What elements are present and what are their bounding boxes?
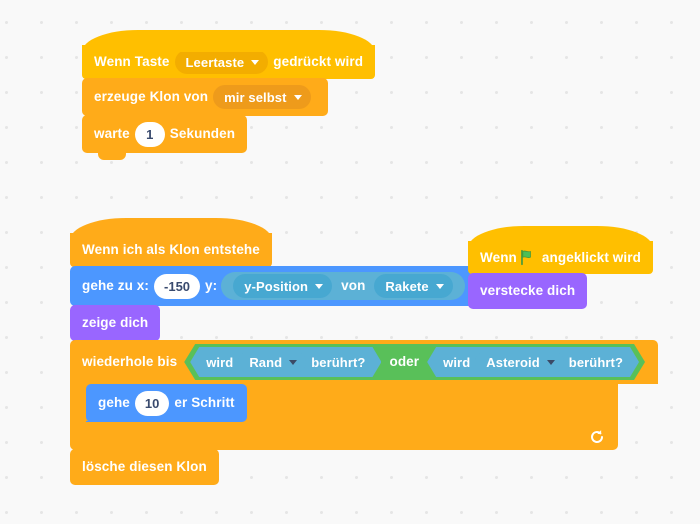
hide-label: verstecke dich: [480, 283, 576, 299]
touching-asteroid-post-label: berührt?: [568, 354, 624, 370]
block-property-of-sprite[interactable]: y-Position von Rakete: [221, 272, 465, 300]
block-go-to-xy[interactable]: gehe zu x: -150 y: y-Position von Rakete: [70, 266, 481, 313]
sprite-dropdown-value: Rakete: [385, 278, 429, 294]
repeat-until-footer[interactable]: [70, 422, 618, 457]
key-dropdown-value: Leertaste: [185, 54, 245, 70]
chevron-down-icon: [435, 283, 444, 289]
sprite-dropdown[interactable]: Rakete: [374, 274, 453, 298]
block-when-flag-clicked[interactable]: Wenn angeklickt wird: [468, 226, 653, 281]
create-clone-label: erzeuge Klon von: [94, 89, 209, 105]
wait-post-label: Sekunden: [169, 126, 236, 142]
delete-clone-label: lösche diesen Klon: [82, 459, 207, 475]
when-key-pressed-post-label: gedrückt wird: [273, 54, 364, 70]
block-move-steps[interactable]: gehe 10 er Schritt: [86, 384, 247, 422]
wait-pre-label: warte: [94, 126, 130, 142]
chevron-down-icon: [251, 59, 260, 65]
loop-arrow-icon: [591, 430, 603, 443]
move-steps-input[interactable]: 10: [134, 390, 170, 416]
repeat-until-body: gehe 10 er Schritt: [70, 384, 618, 429]
repeat-until-header[interactable]: wiederhole bis wird Rand berührt? oder w…: [70, 340, 659, 384]
go-to-y-label: y:: [205, 278, 218, 294]
block-touching-asteroid[interactable]: wird Asteroid berührt?: [427, 347, 639, 377]
touching-asteroid-dropdown-value: Asteroid: [486, 354, 540, 370]
block-touching-edge[interactable]: wird Rand berührt?: [190, 347, 381, 377]
block-delete-this-clone[interactable]: lösche diesen Klon: [70, 449, 219, 485]
touching-edge-dropdown-value: Rand: [249, 354, 283, 370]
block-wait-seconds[interactable]: warte 1 Sekunden: [82, 115, 248, 160]
move-steps-post-label: er Schritt: [174, 395, 235, 411]
when-flag-clicked-pre-label: Wenn: [480, 249, 517, 265]
script-key-pressed[interactable]: Wenn Taste Leertaste gedrückt wird erzeu…: [82, 30, 376, 160]
go-to-x-label: gehe zu x:: [82, 278, 150, 294]
block-create-clone-of[interactable]: erzeuge Klon von mir selbst: [82, 78, 328, 123]
go-to-x-input[interactable]: -150: [154, 273, 201, 299]
move-steps-pre-label: gehe: [98, 395, 130, 411]
chevron-down-icon: [293, 94, 302, 100]
property-dropdown-value: y-Position: [244, 278, 309, 294]
block-hide[interactable]: verstecke dich: [468, 273, 588, 309]
chevron-down-icon: [315, 283, 324, 289]
block-when-i-start-as-clone[interactable]: Wenn ich als Klon entstehe: [70, 218, 272, 274]
property-dropdown[interactable]: y-Position: [233, 274, 333, 298]
block-show[interactable]: zeige dich: [70, 305, 161, 348]
repeat-until-label: wiederhole bis: [82, 354, 178, 370]
when-clone-starts-label: Wenn ich als Klon entstehe: [82, 242, 260, 258]
chevron-down-icon: [289, 360, 297, 365]
or-operator-label: oder: [389, 354, 420, 370]
key-dropdown[interactable]: Leertaste: [174, 50, 269, 74]
when-key-pressed-pre-label: Wenn Taste: [94, 54, 170, 70]
script-when-flag-clicked[interactable]: Wenn angeklickt wird verstecke dich: [468, 226, 653, 309]
clone-target-dropdown[interactable]: mir selbst: [213, 85, 311, 109]
green-flag-icon: [521, 249, 531, 266]
touching-asteroid-dropdown[interactable]: Asteroid: [475, 351, 564, 373]
clone-target-value: mir selbst: [224, 89, 287, 105]
chevron-down-icon: [547, 360, 555, 365]
touching-edge-pre-label: wird: [206, 354, 234, 370]
show-label: zeige dich: [82, 315, 149, 331]
blocks-workspace[interactable]: Wenn Taste Leertaste gedrückt wird erzeu…: [0, 0, 700, 524]
block-or-operator[interactable]: wird Rand berührt? oder wird Asteroid be…: [184, 344, 645, 380]
touching-edge-post-label: berührt?: [311, 354, 366, 370]
wait-seconds-input[interactable]: 1: [134, 121, 165, 147]
block-when-key-pressed[interactable]: Wenn Taste Leertaste gedrückt wird: [82, 30, 376, 86]
when-flag-clicked-post-label: angeklickt wird: [541, 249, 641, 265]
touching-edge-dropdown[interactable]: Rand: [238, 351, 306, 373]
touching-asteroid-pre-label: wird: [443, 354, 471, 370]
block-repeat-until[interactable]: wiederhole bis wird Rand berührt? oder w…: [70, 340, 659, 457]
property-of-label: von: [341, 278, 366, 294]
